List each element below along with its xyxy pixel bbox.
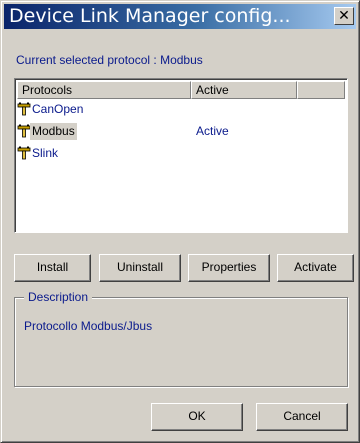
column-header-protocols[interactable]: Protocols: [17, 81, 191, 99]
dialog-window: Device Link Manager config... ✕ Current …: [0, 0, 360, 443]
network-plug-icon: [17, 146, 31, 160]
description-groupbox: Description Protocollo Modbus/Jbus: [14, 289, 348, 387]
protocols-listview[interactable]: Protocols Active CanOpen Modbus Active S…: [14, 78, 348, 233]
protocol-name: CanOpen: [32, 102, 84, 116]
protocol-name: Modbus: [30, 123, 77, 140]
description-text: Protocollo Modbus/Jbus: [24, 319, 153, 333]
install-button[interactable]: Install: [14, 254, 91, 282]
network-plug-icon: [17, 124, 31, 138]
protocol-name: Slink: [32, 146, 59, 160]
title-bar[interactable]: Device Link Manager config... ✕: [4, 4, 356, 29]
column-header-filler: [297, 81, 345, 99]
protocol-status: Active: [196, 124, 229, 138]
close-icon: ✕: [338, 8, 350, 24]
network-plug-icon: [17, 102, 31, 116]
description-title: Description: [24, 289, 93, 305]
properties-button[interactable]: Properties: [188, 254, 270, 282]
list-header: Protocols Active: [17, 81, 345, 99]
current-protocol-label: Current selected protocol : Modbus: [16, 53, 203, 67]
uninstall-button[interactable]: Uninstall: [99, 254, 181, 282]
list-item-slink[interactable]: Slink: [17, 145, 345, 163]
ok-button[interactable]: OK: [151, 403, 243, 431]
activate-button[interactable]: Activate: [277, 254, 354, 282]
cancel-button[interactable]: Cancel: [256, 403, 348, 431]
list-item-canopen[interactable]: CanOpen: [17, 101, 345, 119]
close-button[interactable]: ✕: [334, 7, 354, 25]
column-header-active[interactable]: Active: [191, 81, 297, 99]
window-title: Device Link Manager config...: [9, 5, 291, 27]
list-item-modbus[interactable]: Modbus Active: [17, 123, 345, 141]
